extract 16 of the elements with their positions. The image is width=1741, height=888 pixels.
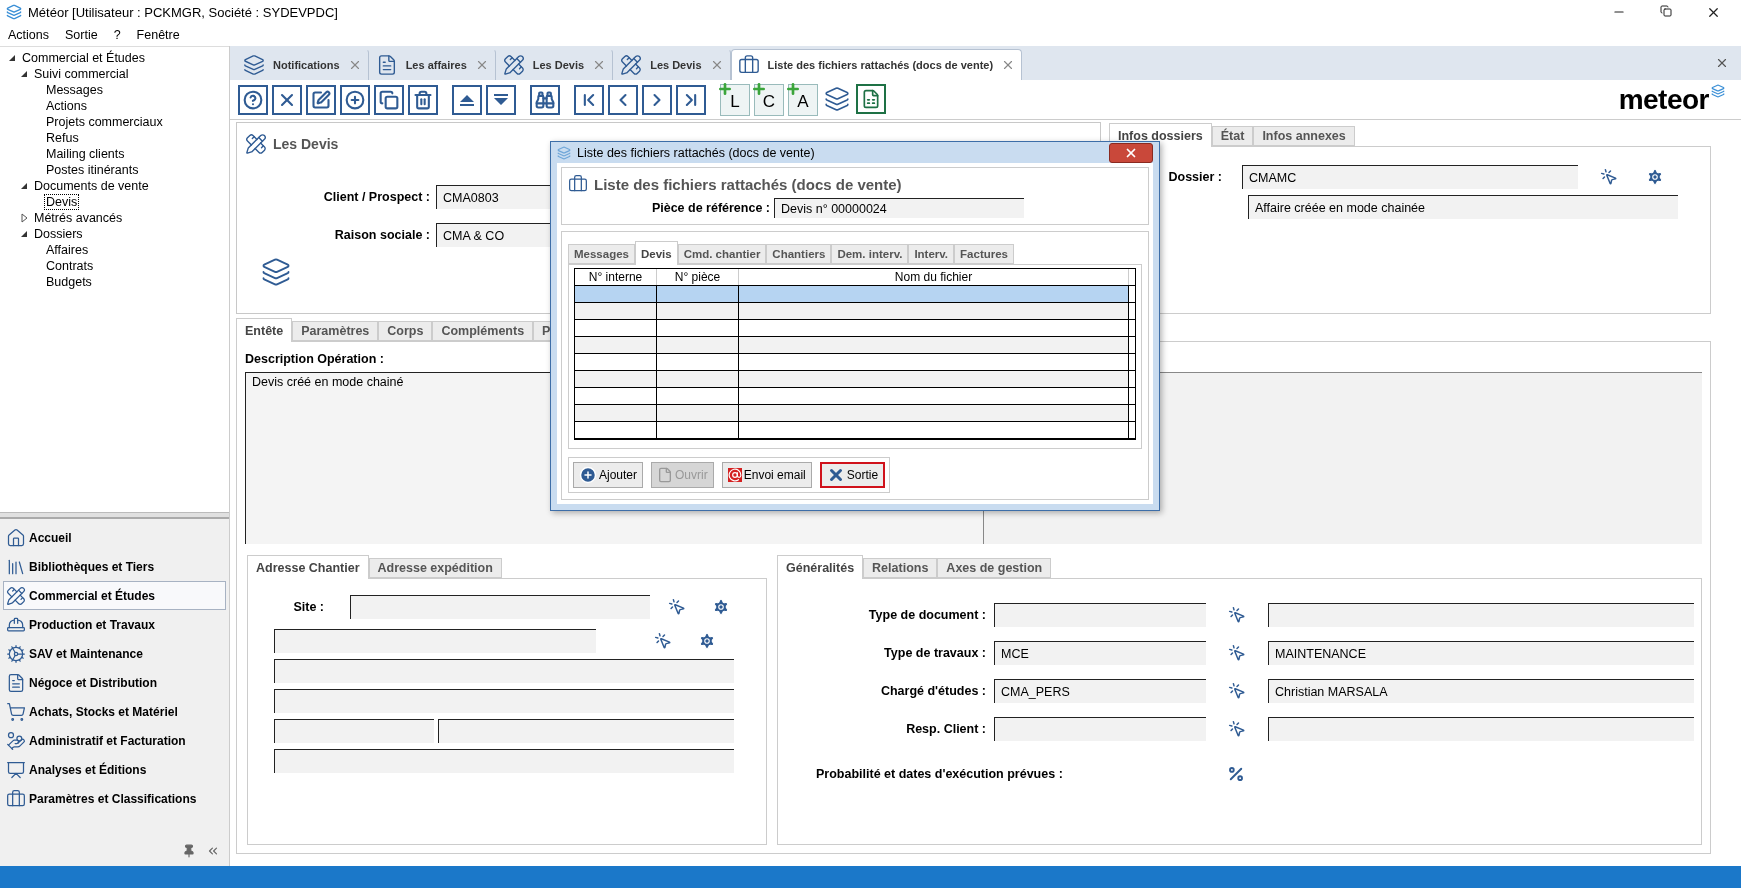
dialog-title: Liste des fichiers rattachés (docs de vente) <box>577 145 815 160</box>
field-label: Raison sociale : <box>333 228 430 242</box>
field-label: Pièce de référence : <box>650 201 770 215</box>
field-label: Site : <box>292 600 324 614</box>
field-label: Client / Prospect : <box>322 190 430 204</box>
field-label: Type de travaux : <box>883 646 986 660</box>
field-label: Chargé d'études : <box>879 684 986 698</box>
field-label: Resp. Client : <box>905 722 986 736</box>
field-label: Type de document : <box>867 608 986 622</box>
field-label: Probabilité et dates d'exécution prévues : <box>816 767 1063 781</box>
field-label: Description Opération : <box>245 352 384 366</box>
field-label: Dossier : <box>1167 170 1222 184</box>
window-title: Météor [Utilisateur : PCKMGR, Société : SYDEVPDC] <box>28 4 338 20</box>
document-title: Les Devis <box>273 136 339 152</box>
logo: meteor <box>1618 83 1709 116</box>
dialog-heading: Liste des fichiers rattachés (docs de vente) <box>594 175 902 193</box>
